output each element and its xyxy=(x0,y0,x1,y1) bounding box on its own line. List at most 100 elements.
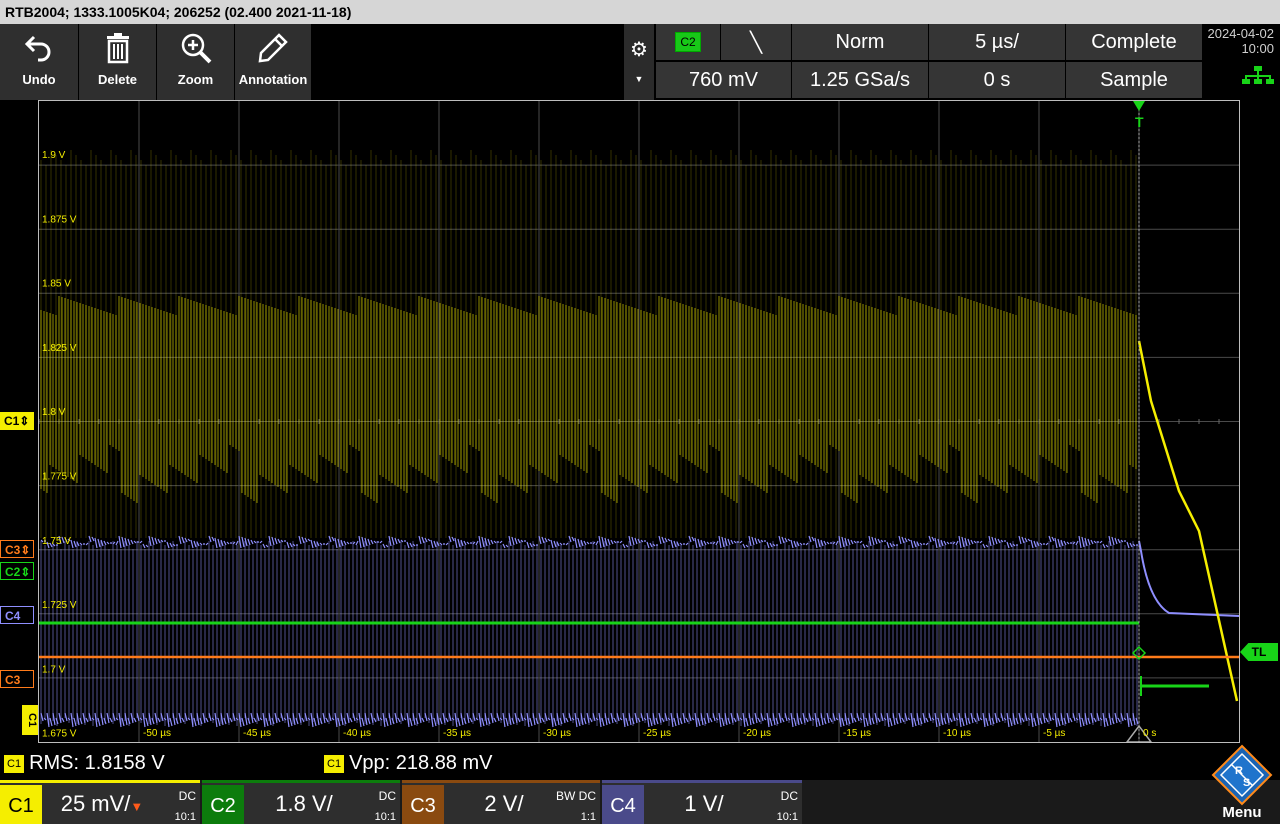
y-axis-label: 1.725 V xyxy=(42,600,77,611)
channel-c1-scale: 25 mV/▼ xyxy=(60,791,144,816)
menu-label: Menu xyxy=(1222,804,1262,821)
horizontal-position-cell[interactable]: 0 s xyxy=(929,62,1065,98)
c1-side-label: C1 xyxy=(22,705,38,735)
channel-c4[interactable]: C4 1 V/ DC 10:1 xyxy=(602,780,802,824)
c4-trace-top xyxy=(40,535,1138,549)
x-axis-label: -20 µs xyxy=(743,728,771,739)
x-axis-label: -35 µs xyxy=(443,728,471,739)
channel-c2-name: C2 xyxy=(202,785,244,824)
horizontal-position: 0 s xyxy=(983,68,1011,91)
trigger-slope-icon: ╲ xyxy=(749,31,763,54)
x-axis-label: -25 µs xyxy=(643,728,671,739)
channel-c1-name: C1 xyxy=(0,785,42,824)
svg-text:S: S xyxy=(1243,777,1250,789)
gear-icon: ⚙ xyxy=(630,39,648,61)
rs-logo: R S xyxy=(1211,744,1273,806)
x-axis-label: -15 µs xyxy=(843,728,871,739)
measurement-bar: C1 RMS: 1.8158 V C1 Vpp: 218.88 mV xyxy=(0,744,1280,780)
timebase: 5 µs/ xyxy=(975,30,1019,53)
channel-marker-c1[interactable]: C1⇕ xyxy=(0,412,34,430)
lan-icon xyxy=(1204,66,1274,87)
undo-label: Undo xyxy=(22,72,56,87)
time-text: 10:00 xyxy=(1241,41,1274,56)
y-axis-label: 1.875 V xyxy=(42,214,77,225)
trigger-marker-label: T xyxy=(1135,114,1144,130)
channel-c2-probe: 10:1 xyxy=(374,811,396,823)
channel-c2-coupling: DC xyxy=(378,789,396,803)
zoom-icon xyxy=(180,24,212,72)
annotation-button[interactable]: Annotation xyxy=(235,24,311,100)
annotation-label: Annotation xyxy=(238,72,308,87)
channel-marker-c4[interactable]: C4 xyxy=(0,606,34,624)
datetime-display: 2024-04-02 10:00 xyxy=(1204,24,1280,100)
c4-decay xyxy=(1138,540,1239,617)
acq-mode: Sample xyxy=(1100,68,1168,91)
menu-button[interactable]: R S Menu xyxy=(1204,744,1280,824)
channel-c4-coupling: DC xyxy=(780,789,798,803)
settings-button[interactable]: ⚙ ▼ xyxy=(624,24,654,100)
trigger-level: 760 mV xyxy=(689,68,758,91)
y-axis-label: 1.9 V xyxy=(42,150,66,161)
date-text: 2024-04-02 xyxy=(1207,26,1275,41)
zoom-label: Zoom xyxy=(177,72,214,87)
y-axis-label: 1.825 V xyxy=(42,343,77,354)
channel-bar: C1 25 mV/▼ DC 10:1 C2 1.8 V/ DC 10:1 C3 … xyxy=(0,780,1280,824)
timebase-cell[interactable]: 5 µs/ xyxy=(929,24,1065,60)
channel-c3-scale: 2 V/ xyxy=(484,791,524,816)
measurement-rms[interactable]: C1 RMS: 1.8158 V xyxy=(4,752,165,775)
channel-marker-c3-secondary[interactable]: C3 xyxy=(0,670,34,688)
y-axis-label: 1.675 V xyxy=(42,729,77,740)
y-axis-label: 1.775 V xyxy=(42,472,77,483)
channel-c4-scale: 1 V/ xyxy=(684,791,724,816)
trigger-source-cell[interactable]: C2 xyxy=(656,24,720,60)
trigger-position-marker xyxy=(1133,101,1145,111)
c1-fall xyxy=(1137,340,1239,702)
trigger-mode-cell[interactable]: Norm xyxy=(792,24,928,60)
channel-c4-probe: 10:1 xyxy=(776,811,798,823)
measurement-vpp[interactable]: C1 Vpp: 218.88 mV xyxy=(324,752,493,775)
waveform-area[interactable]: T 1.9 V 1.875 V 1.85 V 1.825 V 1.8 V 1.775 V 1.… xyxy=(38,100,1240,743)
trigger-source-badge: C2 xyxy=(675,32,701,52)
channel-c1[interactable]: C1 25 mV/▼ DC 10:1 xyxy=(0,780,200,824)
x-axis-label: -40 µs xyxy=(343,728,371,739)
sample-rate-cell[interactable]: 1.25 GSa/s xyxy=(792,62,928,98)
title-bar: RTB2004; 1333.1005K04; 206252 (02.400 20… xyxy=(0,0,1280,24)
acq-status: Complete xyxy=(1091,30,1177,53)
y-axis-label: 1.75 V xyxy=(42,536,71,547)
x-axis-label: 0 s xyxy=(1143,728,1156,739)
x-axis-label: -5 µs xyxy=(1043,728,1065,739)
y-axis-label: 1.7 V xyxy=(42,664,66,675)
x-axis-label: -45 µs xyxy=(243,728,271,739)
undo-button[interactable]: Undo xyxy=(0,24,78,100)
zoom-button[interactable]: Zoom xyxy=(157,24,234,100)
measurement-vpp-value: Vpp: 218.88 mV xyxy=(349,752,493,774)
trigger-level-cell[interactable]: 760 mV xyxy=(656,62,791,98)
channel-c2[interactable]: C2 1.8 V/ DC 10:1 xyxy=(202,780,400,824)
trigger-mode: Norm xyxy=(835,30,885,53)
trigger-level-marker[interactable]: TL xyxy=(1240,643,1278,661)
channel-marker-c3[interactable]: C3⇕ xyxy=(0,540,34,558)
acq-status-cell[interactable]: Complete xyxy=(1066,24,1202,60)
pencil-icon xyxy=(257,24,289,72)
channel-c4-name: C4 xyxy=(602,785,644,824)
delete-label: Delete xyxy=(97,72,138,87)
y-axis-label: 1.8 V xyxy=(42,407,66,418)
x-axis-label: -10 µs xyxy=(943,728,971,739)
channel-c3-probe: 1:1 xyxy=(580,811,596,823)
c4-trace xyxy=(40,541,1138,726)
channel-marker-c2[interactable]: C2⇕ xyxy=(0,562,34,580)
channel-c3[interactable]: C3 2 V/ BW DC 1:1 xyxy=(402,780,600,824)
trigger-slope-cell[interactable]: ╲ xyxy=(721,24,791,60)
undo-icon xyxy=(24,24,54,72)
channel-c1-coupling: DC xyxy=(178,789,196,803)
channel-c2-scale: 1.8 V/ xyxy=(275,791,333,816)
measurement-rms-source: C1 xyxy=(4,754,25,773)
delete-button[interactable]: Delete xyxy=(79,24,156,100)
x-axis-label: -30 µs xyxy=(543,728,571,739)
y-axis-label: 1.85 V xyxy=(42,279,71,290)
acq-mode-cell[interactable]: Sample xyxy=(1066,62,1202,98)
sample-rate: 1.25 GSa/s xyxy=(809,68,911,91)
channel-c3-coupling: BW DC xyxy=(556,789,596,803)
c1-trace-band xyxy=(40,296,1137,503)
x-axis-label: -50 µs xyxy=(143,728,171,739)
